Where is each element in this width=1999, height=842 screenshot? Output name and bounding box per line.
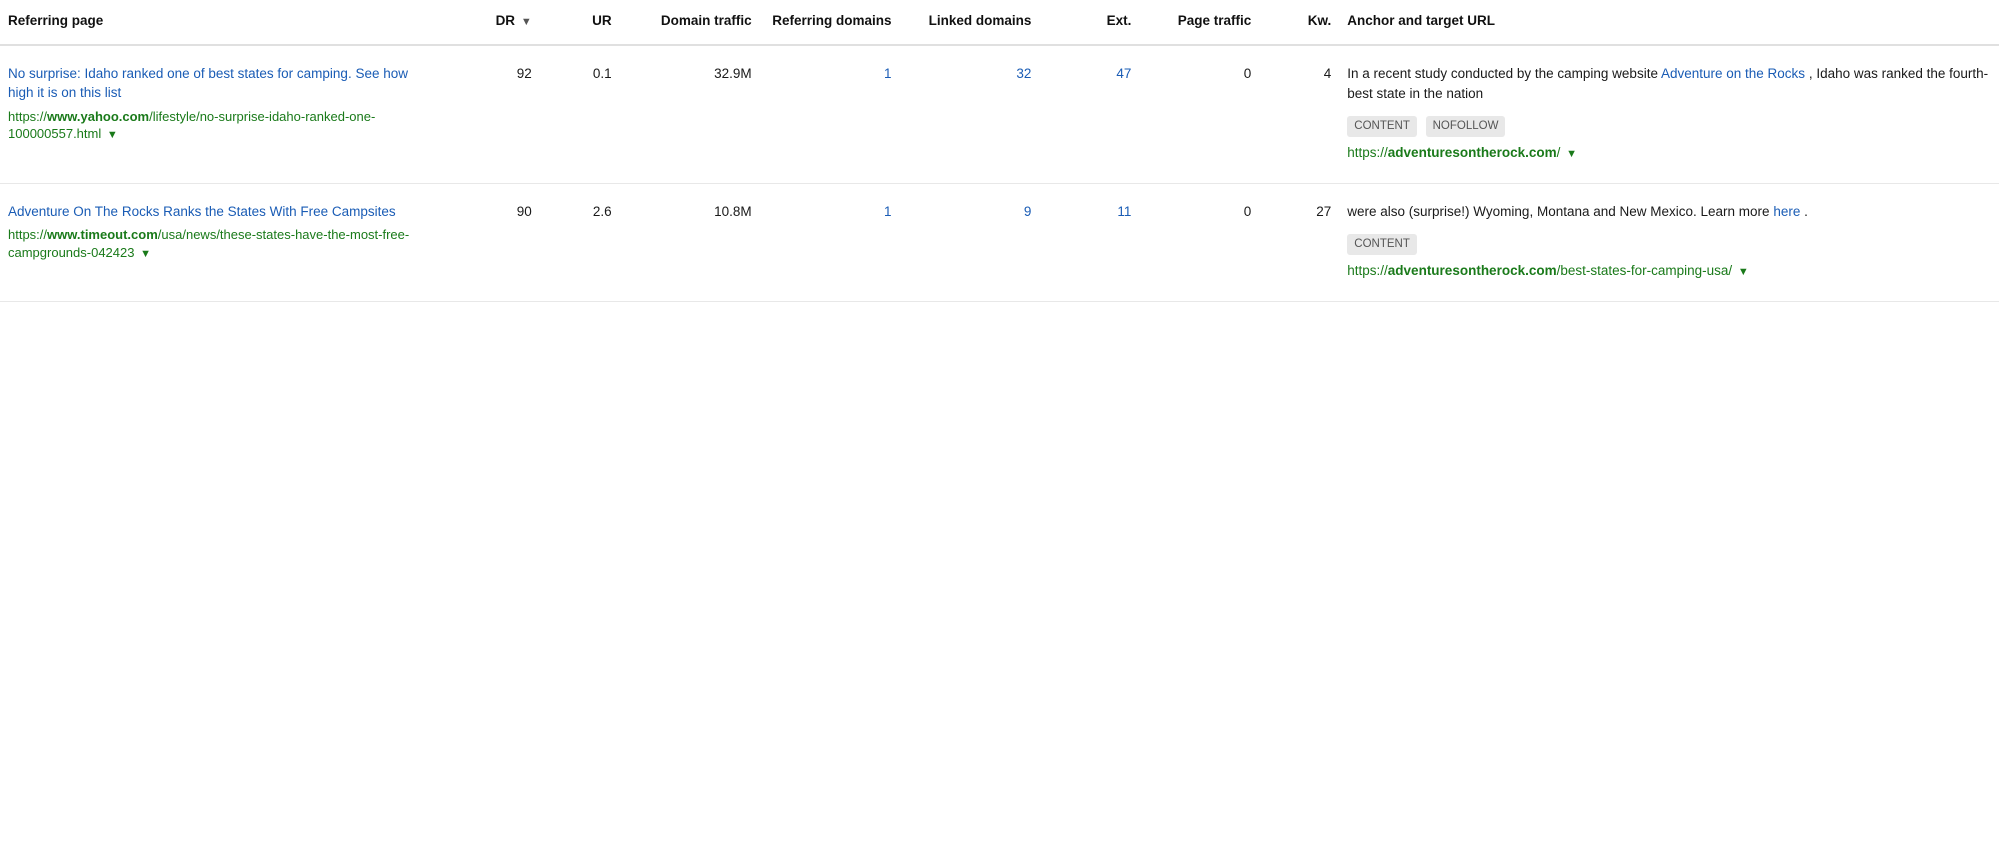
backlinks-table: Referring page DR ▼ UR Domain traffic Re…	[0, 0, 1999, 302]
referring-page-url-dropdown-1[interactable]: ▼	[107, 128, 118, 143]
anchor-inline-link-2[interactable]: here	[1773, 204, 1800, 219]
col-header-domain-traffic[interactable]: Domain traffic	[620, 0, 760, 45]
anchor-text-1: In a recent study conducted by the campi…	[1347, 64, 1991, 105]
col-header-referring-domains[interactable]: Referring domains	[760, 0, 900, 45]
domain-traffic-cell-2: 10.8M	[620, 183, 760, 301]
col-header-ext[interactable]: Ext.	[1039, 0, 1139, 45]
referring-page-link-1[interactable]: No surprise: Idaho ranked one of best st…	[8, 66, 408, 101]
badge-content-2: CONTENT	[1347, 234, 1417, 255]
col-header-kw[interactable]: Kw.	[1259, 0, 1339, 45]
col-header-page-traffic[interactable]: Page traffic	[1139, 0, 1259, 45]
referring-domains-cell-1[interactable]: 1	[760, 45, 900, 184]
linked-domains-cell-2[interactable]: 9	[900, 183, 1040, 301]
target-url-dropdown-2[interactable]: ▼	[1738, 265, 1749, 281]
page-traffic-cell-2: 0	[1139, 183, 1259, 301]
col-header-dr[interactable]: DR ▼	[440, 0, 540, 45]
referring-page-cell-2: Adventure On The Rocks Ranks the States …	[0, 183, 440, 301]
col-header-linked-domains[interactable]: Linked domains	[900, 0, 1040, 45]
anchor-cell-1: In a recent study conducted by the campi…	[1339, 45, 1999, 184]
sort-arrow-dr: ▼	[521, 15, 532, 29]
referring-page-url-dropdown-2[interactable]: ▼	[140, 247, 151, 262]
referring-page-cell-1: No surprise: Idaho ranked one of best st…	[0, 45, 440, 184]
ext-cell-1[interactable]: 47	[1039, 45, 1139, 184]
ur-cell-2: 2.6	[540, 183, 620, 301]
table-row: No surprise: Idaho ranked one of best st…	[0, 45, 1999, 184]
col-header-anchor-url[interactable]: Anchor and target URL	[1339, 0, 1999, 45]
target-url-1[interactable]: https://adventuresontherock.com/ ▼	[1347, 143, 1991, 163]
ur-cell-1: 0.1	[540, 45, 620, 184]
page-traffic-cell-1: 0	[1139, 45, 1259, 184]
target-url-link-2[interactable]: https://adventuresontherock.com/best-sta…	[1347, 263, 1736, 278]
col-header-ur[interactable]: UR	[540, 0, 620, 45]
dr-cell-2: 90	[440, 183, 540, 301]
badge-content-1: CONTENT	[1347, 116, 1417, 137]
dr-cell-1: 92	[440, 45, 540, 184]
referring-page-link-2[interactable]: Adventure On The Rocks Ranks the States …	[8, 204, 396, 219]
referring-page-url-1[interactable]: https://www.yahoo.com/lifestyle/no-surpr…	[8, 109, 375, 142]
anchor-text-2: were also (surprise!) Wyoming, Montana a…	[1347, 202, 1991, 222]
domain-traffic-cell-1: 32.9M	[620, 45, 760, 184]
target-url-dropdown-1[interactable]: ▼	[1566, 147, 1577, 163]
col-header-referring-page[interactable]: Referring page	[0, 0, 440, 45]
referring-page-url-2[interactable]: https://www.timeout.com/usa/news/these-s…	[8, 227, 409, 260]
backlinks-table-container: Referring page DR ▼ UR Domain traffic Re…	[0, 0, 1999, 302]
linked-domains-cell-1[interactable]: 32	[900, 45, 1040, 184]
target-url-2[interactable]: https://adventuresontherock.com/best-sta…	[1347, 261, 1991, 281]
badge-nofollow-1: NOFOLLOW	[1426, 116, 1506, 137]
table-header-row: Referring page DR ▼ UR Domain traffic Re…	[0, 0, 1999, 45]
kw-cell-2: 27	[1259, 183, 1339, 301]
anchor-inline-link-1[interactable]: Adventure on the Rocks	[1661, 66, 1805, 81]
ext-cell-2[interactable]: 11	[1039, 183, 1139, 301]
referring-domains-cell-2[interactable]: 1	[760, 183, 900, 301]
target-url-link-1[interactable]: https://adventuresontherock.com/	[1347, 145, 1564, 160]
table-row: Adventure On The Rocks Ranks the States …	[0, 183, 1999, 301]
anchor-cell-2: were also (surprise!) Wyoming, Montana a…	[1339, 183, 1999, 301]
kw-cell-1: 4	[1259, 45, 1339, 184]
